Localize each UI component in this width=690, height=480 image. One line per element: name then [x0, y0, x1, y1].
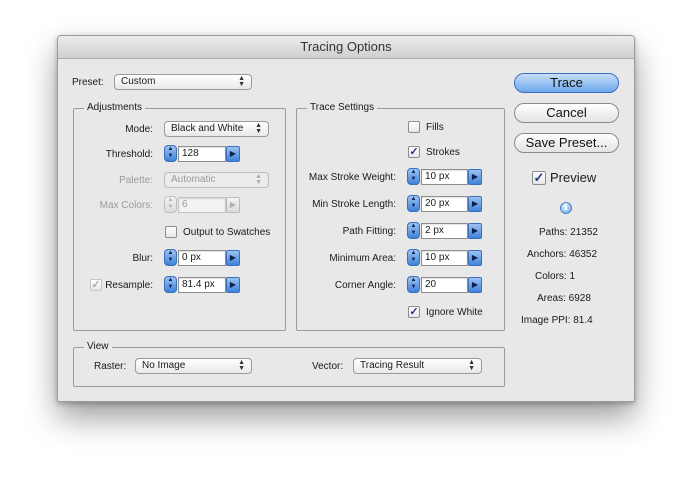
corner-angle-label: Corner Angle: [334, 280, 396, 291]
palette-label: Palette: [119, 175, 153, 186]
max-stroke-weight-label: Max Stroke Weight: [308, 172, 396, 183]
blur-stepper[interactable]: ▲ ▼ [164, 249, 177, 266]
resample-flyout[interactable]: ▶ [226, 277, 240, 293]
palette-select[interactable]: Automatic ▲ ▼ [164, 172, 269, 188]
triangle-right-icon: ▶ [229, 280, 237, 289]
path-fitting-stepper[interactable]: ▲ ▼ [407, 222, 420, 239]
resample-label: Resample: [105, 280, 153, 291]
min-stroke-length-field[interactable]: 20 px [421, 196, 468, 212]
triangle-right-icon: ▶ [229, 200, 237, 209]
check-icon: ✓ [409, 146, 419, 158]
triangle-right-icon: ▶ [471, 172, 479, 181]
raster-label: Raster: [94, 361, 127, 372]
output-to-swatches-checkbox[interactable] [165, 226, 177, 238]
corner-angle-stepper[interactable]: ▲ ▼ [407, 276, 420, 293]
adjustments-title: Adjustments [84, 102, 146, 113]
triangle-right-icon: ▶ [471, 280, 479, 289]
areas-stat: Areas: 6928 [537, 293, 591, 304]
updown-arrows-icon: ▲ ▼ [238, 75, 245, 88]
minimum-area-field[interactable]: 10 px [421, 250, 468, 266]
preset-label: Preset: [72, 77, 104, 88]
anchors-stat: Anchors: 46352 [527, 249, 598, 260]
updown-arrows-icon: ▲ ▼ [468, 359, 475, 372]
max-stroke-weight-flyout[interactable]: ▶ [468, 169, 482, 185]
mode-label: Mode: [125, 124, 153, 135]
ignore-white-label: Ignore White [426, 307, 483, 318]
blur-flyout[interactable]: ▶ [226, 250, 240, 266]
triangle-right-icon: ▶ [471, 226, 479, 235]
min-stroke-length-label: Min Stroke Length: [312, 199, 396, 210]
raster-value: No Image [142, 360, 186, 371]
check-icon: ✓ [91, 279, 101, 291]
palette-value: Automatic [171, 174, 216, 185]
blur-label: Blur: [132, 253, 153, 264]
triangle-right-icon: ▶ [471, 253, 479, 262]
resample-checkbox[interactable]: ✓ [90, 279, 102, 291]
mode-select[interactable]: Black and White ▲ ▼ [164, 121, 269, 137]
preset-value: Custom [121, 76, 156, 87]
resample-field[interactable]: 81.4 px [178, 277, 226, 293]
min-stroke-length-flyout[interactable]: ▶ [468, 196, 482, 212]
paths-stat: Paths: 21352 [539, 227, 598, 238]
vector-value: Tracing Result [360, 360, 425, 371]
image-ppi-stat: Image PPI: 81.4 [521, 315, 593, 326]
minimum-area-label: Minimum Area: [329, 253, 396, 264]
max-colors-stepper[interactable]: ▲ ▼ [164, 196, 177, 213]
blur-field[interactable]: 0 px [178, 250, 226, 266]
max-stroke-weight-field[interactable]: 10 px [421, 169, 468, 185]
threshold-flyout[interactable]: ▶ [226, 146, 240, 162]
triangle-right-icon: ▶ [229, 253, 237, 262]
cancel-button[interactable]: Cancel [514, 103, 619, 123]
mode-value: Black and White [171, 123, 244, 134]
vector-label: Vector: [312, 361, 344, 372]
colors-stat: Colors: 1 [535, 271, 576, 282]
trace-button[interactable]: Trace [514, 73, 619, 93]
max-colors-flyout[interactable]: ▶ [226, 197, 240, 213]
max-stroke-weight-stepper[interactable]: ▲ ▼ [407, 168, 420, 185]
corner-angle-field[interactable]: 20 [421, 277, 468, 293]
dialog-title: Tracing Options [58, 36, 634, 59]
max-colors-field[interactable]: 6 [178, 197, 226, 213]
threshold-stepper[interactable]: ▲ ▼ [164, 145, 177, 162]
fills-label: Fills [426, 122, 444, 133]
path-fitting-label: Path Fitting: [342, 226, 396, 237]
path-fitting-field[interactable]: 2 px [421, 223, 468, 239]
vector-select[interactable]: Tracing Result ▲ ▼ [353, 358, 482, 374]
updown-arrows-icon: ▲ ▼ [255, 173, 262, 186]
save-preset-button[interactable]: Save Preset... [514, 133, 619, 153]
strokes-checkbox[interactable]: ✓ [408, 146, 420, 158]
threshold-label: Threshold: [105, 149, 153, 160]
strokes-label: Strokes [426, 147, 460, 158]
resample-stepper[interactable]: ▲ ▼ [164, 276, 177, 293]
preview-label: Preview [550, 170, 597, 185]
output-to-swatches-label: Output to Swatches [183, 227, 271, 238]
check-icon: ✓ [409, 306, 419, 318]
minimum-area-stepper[interactable]: ▲ ▼ [407, 249, 420, 266]
info-icon: i [560, 202, 572, 214]
trace-settings-title: Trace Settings [307, 102, 378, 113]
fills-checkbox[interactable] [408, 121, 420, 133]
corner-angle-flyout[interactable]: ▶ [468, 277, 482, 293]
path-fitting-flyout[interactable]: ▶ [468, 223, 482, 239]
view-title: View [84, 341, 112, 352]
ignore-white-checkbox[interactable]: ✓ [408, 306, 420, 318]
triangle-right-icon: ▶ [229, 149, 237, 158]
min-stroke-length-stepper[interactable]: ▲ ▼ [407, 195, 420, 212]
tracing-options-dialog: Tracing Options Preset: Custom ▲ ▼ Adjust… [57, 35, 635, 402]
check-icon: ✓ [533, 170, 545, 185]
updown-arrows-icon: ▲ ▼ [255, 122, 262, 135]
adjustments-group [73, 108, 286, 331]
triangle-right-icon: ▶ [471, 199, 479, 208]
max-colors-label: Max Colors: [99, 200, 153, 211]
minimum-area-flyout[interactable]: ▶ [468, 250, 482, 266]
updown-arrows-icon: ▲ ▼ [238, 359, 245, 372]
trace-settings-group [296, 108, 505, 331]
preview-checkbox[interactable]: ✓ [532, 171, 546, 185]
raster-select[interactable]: No Image ▲ ▼ [135, 358, 252, 374]
preset-select[interactable]: Custom ▲ ▼ [114, 74, 252, 90]
threshold-field[interactable]: 128 [178, 146, 226, 162]
